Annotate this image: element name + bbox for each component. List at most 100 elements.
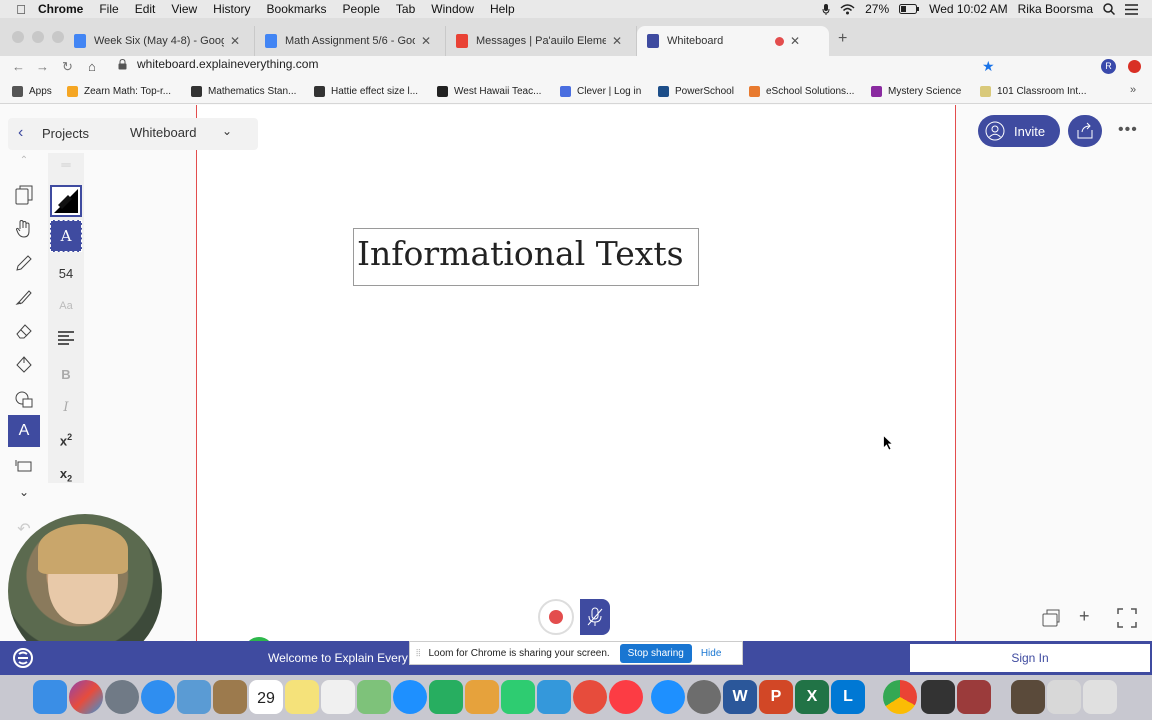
pen-tool-icon[interactable] <box>8 247 40 279</box>
music-icon[interactable] <box>609 680 643 714</box>
more-bookmarks-icon[interactable]: » <box>1130 84 1136 96</box>
bookmark-apps[interactable]: Apps <box>12 86 52 97</box>
hide-button[interactable]: Hide <box>701 648 722 659</box>
scroll-up-icon[interactable]: ⌃ <box>8 151 40 169</box>
superscript-button[interactable]: x2 <box>48 432 84 448</box>
bookmark-hattie[interactable]: Hattie effect size l... <box>314 86 418 97</box>
hand-tool-icon[interactable] <box>8 213 40 245</box>
stop-sharing-button[interactable]: Stop sharing <box>619 643 692 663</box>
maps-icon[interactable] <box>357 680 391 714</box>
font-family-button[interactable]: Aa <box>48 300 84 312</box>
font-size-value[interactable]: 54 <box>48 266 84 281</box>
preview-icon[interactable] <box>177 680 211 714</box>
profile-avatar[interactable]: R <box>1101 59 1116 74</box>
safari-icon[interactable] <box>141 680 175 714</box>
notebook-icon[interactable] <box>213 680 247 714</box>
projects-link[interactable]: Projects <box>42 126 89 141</box>
powerpoint-icon[interactable]: P <box>759 680 793 714</box>
bookmark-powerschool[interactable]: PowerSchool <box>658 86 734 97</box>
subscript-button[interactable]: x2 <box>48 466 84 484</box>
tab-close-icon[interactable]: ✕ <box>421 34 431 48</box>
launchpad-icon[interactable] <box>105 680 139 714</box>
menu-view[interactable]: View <box>171 2 197 16</box>
address-bar[interactable]: whiteboard.explaineverything.com <box>118 57 318 71</box>
window-minimize-button[interactable] <box>32 31 44 43</box>
fullscreen-icon[interactable] <box>1117 608 1137 628</box>
bookmark-clever[interactable]: Clever | Log in <box>560 86 641 97</box>
scroll-down-icon[interactable]: ⌄ <box>8 483 40 501</box>
menu-app-name[interactable]: Chrome <box>38 2 83 16</box>
italic-button[interactable]: I <box>48 400 84 415</box>
microphone-icon[interactable] <box>822 3 830 15</box>
chrome-icon[interactable] <box>883 680 917 714</box>
battery-icon[interactable] <box>899 4 920 14</box>
menu-help[interactable]: Help <box>490 2 515 16</box>
siri-icon[interactable] <box>69 680 103 714</box>
camera-icon[interactable] <box>931 60 945 74</box>
menu-history[interactable]: History <box>213 2 250 16</box>
downloads-stack-icon[interactable] <box>1011 680 1045 714</box>
bold-button[interactable]: B <box>48 367 84 382</box>
spotlight-search-icon[interactable] <box>1103 3 1115 15</box>
menu-people[interactable]: People <box>343 2 380 16</box>
wifi-icon[interactable] <box>840 3 855 15</box>
reload-icon[interactable]: ↻ <box>62 59 73 75</box>
add-slide-icon[interactable]: + <box>1079 606 1090 627</box>
text-tool-icon[interactable]: A <box>8 415 40 447</box>
pages-app-icon[interactable] <box>465 680 499 714</box>
laser-tool-icon[interactable] <box>8 451 40 483</box>
whiteboard-canvas[interactable]: Informational Texts <box>196 105 956 641</box>
tab-math-assignment[interactable]: Math Assignment 5/6 - Google ✕ <box>255 26 446 56</box>
text-box[interactable]: Informational Texts <box>353 228 699 286</box>
back-icon[interactable]: ← <box>12 59 25 74</box>
drag-grip-icon[interactable]: ⦙⦙ <box>416 648 420 659</box>
finder-icon[interactable] <box>33 680 67 714</box>
new-tab-icon[interactable]: + <box>838 30 847 48</box>
menu-window[interactable]: Window <box>431 2 474 16</box>
bookmark-zearn[interactable]: Zearn Math: Top-r... <box>67 86 171 97</box>
tab-close-icon[interactable]: ✕ <box>230 34 240 48</box>
menu-edit[interactable]: Edit <box>135 2 156 16</box>
text-style-button[interactable]: A <box>50 220 82 252</box>
extension-icon[interactable] <box>1040 60 1054 74</box>
fill-tool-icon[interactable] <box>8 349 40 381</box>
bookmark-eschool[interactable]: eSchool Solutions... <box>749 86 854 97</box>
bookmark-west-hawaii[interactable]: West Hawaii Teac... <box>437 86 541 97</box>
window-close-button[interactable] <box>12 31 24 43</box>
notification-center-icon[interactable] <box>1125 3 1138 15</box>
tab-whiteboard[interactable]: Whiteboard ✕ <box>637 26 829 56</box>
chevron-down-icon[interactable]: ⌄ <box>222 124 232 138</box>
keynote-icon[interactable] <box>537 680 571 714</box>
drag-handle-icon[interactable]: ═ <box>48 157 84 172</box>
word-icon[interactable]: W <box>723 680 757 714</box>
excel-icon[interactable]: X <box>795 680 829 714</box>
calendar-icon[interactable]: 29 <box>249 680 283 714</box>
align-left-icon[interactable] <box>48 331 84 348</box>
tab-close-icon[interactable]: ✕ <box>612 34 622 48</box>
user-name[interactable]: Rika Boorsma <box>1018 2 1093 16</box>
app-store-icon[interactable] <box>651 680 685 714</box>
record-button[interactable] <box>538 599 574 635</box>
tab-messages[interactable]: Messages | Pa'auilo Elementar ✕ <box>446 26 637 56</box>
pages-icon[interactable] <box>8 179 40 211</box>
notes-icon[interactable] <box>285 680 319 714</box>
slides-icon[interactable] <box>1041 608 1061 628</box>
apple-icon[interactable]:  <box>14 2 28 17</box>
forward-icon[interactable]: → <box>36 59 49 74</box>
menu-bookmarks[interactable]: Bookmarks <box>267 2 327 16</box>
news-icon[interactable] <box>573 680 607 714</box>
tab-close-icon[interactable]: ✕ <box>790 34 800 48</box>
extension-icon[interactable] <box>1066 60 1080 74</box>
menu-tab[interactable]: Tab <box>396 2 415 16</box>
clock[interactable]: Wed 10:02 AM <box>929 2 1008 16</box>
documents-stack-icon[interactable] <box>1047 680 1081 714</box>
bookmark-mathematics[interactable]: Mathematics Stan... <box>191 86 296 97</box>
zoom-icon[interactable] <box>957 60 971 74</box>
tab-week-six[interactable]: Week Six (May 4-8) - Google D ✕ <box>64 26 255 56</box>
home-icon[interactable]: ⌂ <box>88 59 96 74</box>
system-preferences-icon[interactable] <box>687 680 721 714</box>
invite-button[interactable]: Invite <box>978 115 1060 147</box>
facetime-icon[interactable] <box>429 680 463 714</box>
utility-icon[interactable] <box>921 680 955 714</box>
trash-icon[interactable] <box>1083 680 1117 714</box>
